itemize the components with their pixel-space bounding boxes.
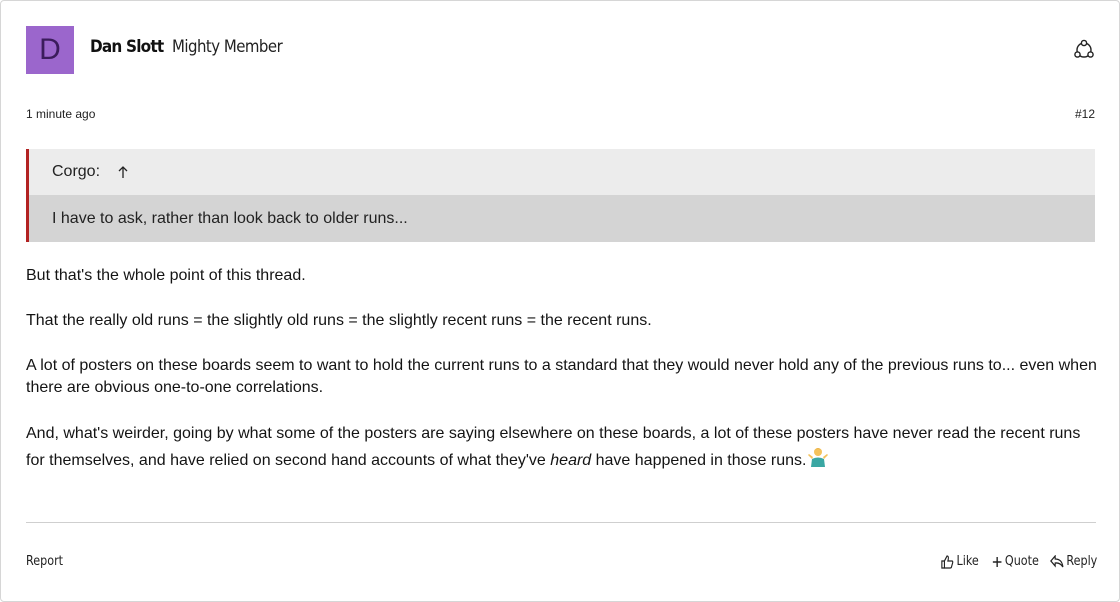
- share-icon[interactable]: [1072, 38, 1096, 62]
- avatar[interactable]: D: [26, 26, 74, 74]
- reply-button[interactable]: Reply: [1050, 554, 1097, 569]
- author-rank: Mighty Member: [172, 37, 283, 57]
- post-paragraph: A lot of posters on these boards seem to…: [26, 357, 1097, 396]
- quote-header: Corgo:: [29, 149, 1095, 195]
- post-paragraph: And, what's weirder, going by what some …: [26, 422, 1098, 473]
- post-number[interactable]: #12: [1075, 107, 1095, 121]
- footer-divider: [26, 522, 1096, 523]
- report-button[interactable]: Report: [26, 554, 63, 569]
- quote-block: Corgo: I have to ask, rather than look b…: [26, 149, 1095, 242]
- reply-icon: [1050, 555, 1064, 568]
- post-text: have happened in those runs.: [591, 452, 807, 469]
- post-paragraph: But that's the whole point of this threa…: [26, 267, 306, 284]
- report-label: Report: [26, 554, 64, 569]
- post-body: But that's the whole point of this threa…: [26, 265, 1098, 496]
- quote-text: I have to ask, rather than look back to …: [29, 195, 1095, 242]
- quote-author[interactable]: Corgo:: [52, 163, 100, 181]
- author-name[interactable]: Dan Slott: [90, 37, 164, 57]
- thumbs-up-icon: [941, 554, 954, 569]
- quote-label: Quote: [1004, 554, 1039, 569]
- reply-label: Reply: [1066, 554, 1098, 569]
- emphasized-text: heard: [550, 452, 592, 469]
- forum-post: D Dan Slott Mighty Member 1 minute ago #…: [0, 0, 1120, 602]
- post-paragraph: That the really old runs = the slightly …: [26, 312, 652, 329]
- like-button[interactable]: Like: [941, 554, 979, 569]
- quote-button[interactable]: Quote: [992, 554, 1039, 569]
- like-label: Like: [956, 554, 979, 569]
- arrow-up-icon[interactable]: [116, 165, 130, 179]
- post-timestamp[interactable]: 1 minute ago: [26, 107, 95, 121]
- plus-icon: [992, 556, 1002, 567]
- person-shrugging-icon: [808, 448, 829, 467]
